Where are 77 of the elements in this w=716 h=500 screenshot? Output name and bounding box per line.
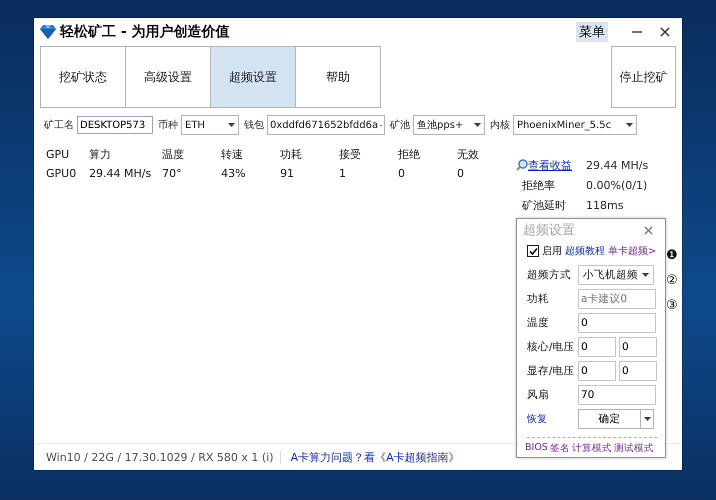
field-label: 显存/电压 (527, 364, 575, 378)
input-field[interactable]: 70 (578, 385, 656, 405)
guide-link[interactable]: A卡算力问题？看《A卡超频指南》 (290, 450, 460, 464)
earnings-link[interactable]: 查看收益 (516, 158, 586, 172)
field-label: 矿工名 (44, 118, 74, 132)
hashrate-value: 29.44 MH/s (586, 158, 648, 172)
field-label: 钱包 (244, 119, 264, 132)
dropdown[interactable]: PhoenixMiner_5.5c (513, 115, 637, 135)
input-field[interactable]: 0 (578, 313, 656, 333)
column-header: 温度 (162, 147, 186, 162)
checkbox[interactable] (527, 245, 539, 257)
link[interactable]: 单卡超频> (608, 244, 656, 258)
caret-icon (626, 123, 633, 127)
table-cell-text: GPU0 (46, 167, 78, 180)
table-cell-text: 70° (162, 167, 183, 180)
link[interactable]: 超频教程 (565, 244, 605, 258)
dropdown[interactable]: ETH (181, 115, 239, 135)
link[interactable]: 签名 (550, 442, 570, 455)
stat-value: 0.00%(0/1) (586, 178, 648, 192)
table-cell-text: 0 (457, 167, 466, 180)
step-marker: ❶ (666, 248, 678, 265)
diamond-logo-icon (40, 25, 56, 39)
restore-link[interactable]: 恢复 (527, 412, 575, 426)
field-label: 功耗 (527, 292, 550, 306)
tab[interactable]: 帮助 (295, 46, 381, 108)
step-marker: ③ (666, 298, 678, 315)
stat-value: 118ms (586, 198, 624, 212)
caret-icon (644, 417, 650, 421)
input-field[interactable]: a卡建议0 (578, 289, 656, 309)
field-label: 币种 (158, 118, 178, 132)
dropdown[interactable]: 小飞机超频 (578, 265, 654, 285)
table-cell-text: 91 (280, 167, 296, 180)
tab[interactable]: 超频设置 (210, 46, 296, 108)
field-label: 内核 (490, 118, 510, 132)
tab[interactable]: 高级设置 (125, 46, 211, 108)
stat-label: 矿池延时 (521, 198, 567, 212)
column-header: 算力 (89, 147, 112, 162)
system-info-text: Win10 / 22G / 17.30.1029 / RX 580 x 1 (i) (46, 450, 281, 464)
link[interactable]: BIOS (525, 442, 548, 455)
field-label: 风扇 (527, 388, 550, 402)
confirm-button[interactable]: 确定 (578, 409, 641, 429)
field-label: 矿池 (390, 118, 410, 132)
search-icon (516, 159, 528, 171)
tab[interactable]: 挖矿状态 (40, 46, 126, 108)
column-header: 接受 (339, 147, 362, 162)
stat-label: 拒绝率 (521, 178, 556, 192)
field-label: 超频方式 (527, 268, 572, 282)
column-header: 转速 (221, 147, 244, 162)
panel-title: 超频设置 (523, 222, 575, 239)
stop-mining-button[interactable]: 停止挖矿 (611, 46, 676, 108)
text-field[interactable]: DESKTOP573 (77, 116, 153, 134)
link[interactable]: 测试模式 (614, 442, 654, 455)
window-title: 轻松矿工 - 为用户创造价值 (60, 23, 230, 41)
field-label: 温度 (527, 316, 550, 330)
caret-icon (228, 123, 235, 127)
dropdown[interactable]: 鱼池pps+ (413, 115, 485, 135)
table-cell-text: 29.44 MH/s (89, 167, 152, 180)
column-header: 功耗 (280, 147, 304, 162)
caret-icon (642, 273, 649, 277)
table-cell-text: 43% (221, 167, 247, 180)
column-header: GPU (46, 148, 70, 161)
input-field[interactable]: 0 (619, 337, 657, 357)
column-header: 拒绝 (398, 147, 422, 162)
table-cell-text: 0 (398, 167, 406, 180)
link[interactable]: 计算模式 (572, 442, 612, 455)
input-field[interactable]: 0 (578, 361, 616, 381)
input-field[interactable]: 0 (578, 337, 616, 357)
column-header: 无效 (457, 147, 480, 162)
checkbox-label: 启用 (542, 244, 562, 258)
table-cell-text: 1 (339, 167, 348, 180)
step-marker: ② (666, 273, 678, 290)
menu-button[interactable]: 菜单 (576, 22, 608, 42)
field-label: 核心/电压 (527, 340, 575, 354)
wallet-field[interactable]: 0xddfd671652bfdd6a (267, 115, 385, 135)
input-field[interactable]: 0 (619, 361, 657, 381)
dropdown-button[interactable] (640, 409, 654, 429)
caret-icon (474, 123, 481, 127)
